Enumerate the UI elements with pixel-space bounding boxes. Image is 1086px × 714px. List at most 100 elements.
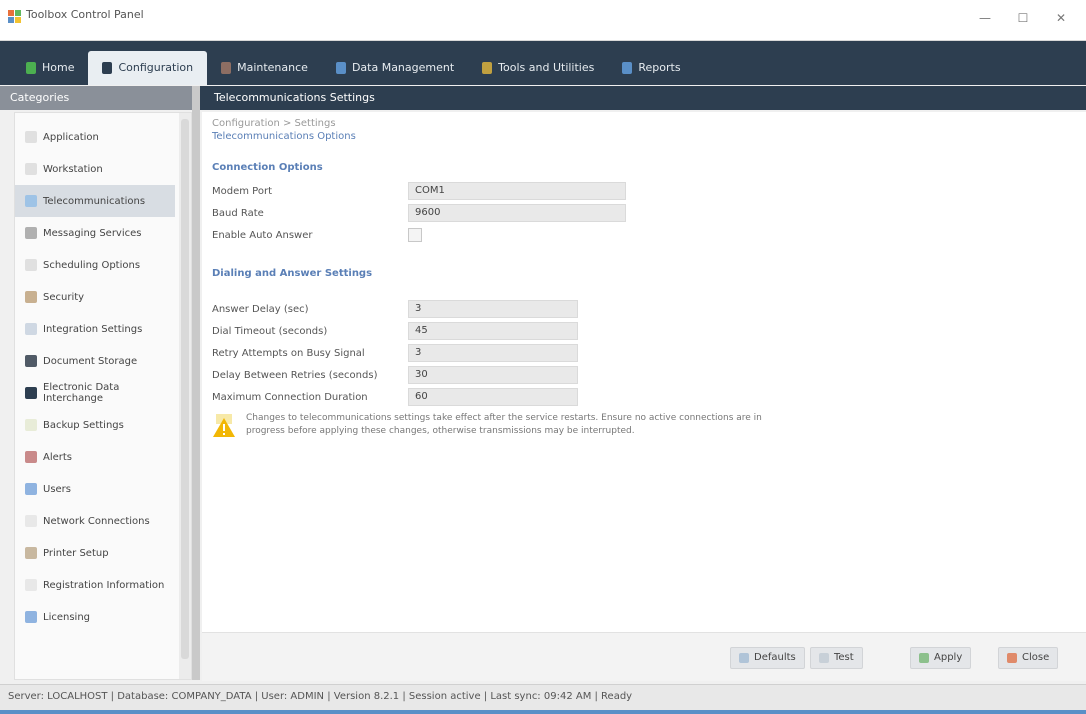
sidebar-item-label: Telecommunications	[43, 195, 146, 207]
answer-delay-input[interactable]: 3	[408, 300, 578, 318]
retry-delay-label: Delay Between Retries (seconds)	[212, 369, 378, 381]
title-bar: Toolbox Control Panel — ☐ ✕	[0, 0, 1086, 41]
apply-icon	[919, 653, 929, 663]
content-header: Telecommunications Settings	[200, 86, 1086, 110]
auto-answer-label: Enable Auto Answer	[212, 229, 313, 241]
test-button-label: Test	[834, 652, 854, 663]
printer-icon	[25, 547, 37, 559]
baud-rate-dropdown[interactable]: 9600	[408, 204, 626, 222]
warning-icon	[212, 412, 236, 438]
sidebar-item-alerts[interactable]: Alerts	[15, 441, 175, 473]
breadcrumb-current: Telecommunications Options	[212, 131, 356, 142]
test-button[interactable]: Test	[810, 647, 863, 669]
answer-delay-label: Answer Delay (sec)	[212, 303, 309, 315]
close-button-label: Close	[1022, 652, 1050, 663]
defaults-icon	[739, 653, 749, 663]
app-logo-icon	[8, 10, 22, 24]
retry-delay-row: Delay Between Retries (seconds) 30	[212, 366, 578, 384]
modem-port-label: Modem Port	[212, 185, 272, 197]
monitor-icon	[25, 163, 37, 175]
warning-text: Changes to telecommunications settings t…	[246, 413, 762, 436]
sidebar-item-application[interactable]: Application	[15, 121, 175, 153]
sidebar-item-security[interactable]: Security	[15, 281, 175, 313]
link-icon	[25, 323, 37, 335]
tab-label: Configuration	[118, 61, 194, 74]
sidebar-item-label: Workstation	[43, 163, 103, 175]
retry-delay-input[interactable]: 30	[408, 366, 578, 384]
breadcrumb-parent[interactable]: Configuration > Settings	[212, 118, 356, 129]
gear-icon	[102, 62, 113, 74]
minimize-button[interactable]: —	[968, 6, 1002, 30]
max-duration-label: Maximum Connection Duration	[212, 391, 368, 403]
baud-rate-label: Baud Rate	[212, 207, 264, 219]
sidebar-item-licensing[interactable]: Licensing	[15, 601, 175, 633]
sidebar-item-label: Licensing	[43, 611, 91, 623]
sidebar-item-messaging-services[interactable]: Messaging Services	[15, 217, 175, 249]
status-bar: Server: LOCALHOST | Database: COMPANY_DA…	[0, 684, 1086, 714]
tab-configuration[interactable]: Configuration	[88, 51, 208, 85]
sidebar-item-label: Security	[43, 291, 85, 303]
tab-label: Data Management	[351, 61, 455, 74]
report-icon	[622, 62, 633, 74]
tab-tools-and-utilities[interactable]: Tools and Utilities	[468, 51, 608, 85]
app-icon	[25, 131, 37, 143]
tab-home[interactable]: Home	[12, 51, 88, 85]
network-icon	[25, 515, 37, 527]
sidebar-scroll-thumb[interactable]	[181, 119, 189, 659]
sidebar-item-telecommunications[interactable]: Telecommunications	[15, 185, 175, 217]
tab-reports[interactable]: Reports	[608, 51, 694, 85]
sidebar-splitter[interactable]	[192, 86, 200, 680]
tab-label: Home	[42, 61, 75, 74]
category-sidebar: Application Workstation Telecommunications…	[14, 112, 192, 680]
category-list: Application Workstation Telecommunications…	[15, 113, 175, 633]
auto-answer-checkbox[interactable]	[408, 228, 422, 242]
sidebar-item-label: Users	[43, 483, 72, 495]
folder-icon	[25, 355, 37, 367]
sidebar-item-users[interactable]: Users	[15, 473, 175, 505]
section-title-dialing: Dialing and Answer Settings	[212, 268, 373, 279]
sidebar-item-network-connections[interactable]: Network Connections	[15, 505, 175, 537]
max-duration-input[interactable]: 60	[408, 388, 578, 406]
window-title: Toolbox Control Panel	[26, 8, 144, 21]
tab-label: Tools and Utilities	[498, 61, 595, 74]
sidebar-item-label: Application	[43, 131, 99, 143]
breadcrumb: Configuration > Settings Telecommunicati…	[212, 118, 356, 142]
wrench-icon	[221, 62, 232, 74]
sidebar-item-backup-settings[interactable]: Backup Settings	[15, 409, 175, 441]
dial-timeout-input[interactable]: 45	[408, 322, 578, 340]
info-icon	[25, 579, 37, 591]
modem-port-dropdown[interactable]: COM1	[408, 182, 626, 200]
sidebar-item-electronic-data-interchange[interactable]: Electronic Data Interchange	[15, 377, 175, 409]
sidebar-item-workstation[interactable]: Workstation	[15, 153, 175, 185]
tab-maintenance[interactable]: Maintenance	[207, 51, 322, 85]
exchange-icon	[25, 387, 37, 399]
sidebar-scrollbar[interactable]	[179, 113, 191, 679]
close-window-button[interactable]: ✕	[1044, 6, 1078, 30]
apply-button-label: Apply	[934, 652, 963, 663]
sidebar-item-integration-settings[interactable]: Integration Settings	[15, 313, 175, 345]
retry-attempts-row: Retry Attempts on Busy Signal 3	[212, 344, 578, 362]
sidebar-item-label: Integration Settings	[43, 323, 143, 335]
sidebar-item-label: Backup Settings	[43, 419, 124, 431]
dial-timeout-label: Dial Timeout (seconds)	[212, 325, 328, 337]
sidebar-item-label: Registration Information	[43, 579, 165, 591]
status-accent-bar	[0, 710, 1086, 714]
settings-panel: Configuration > Settings Telecommunicati…	[202, 112, 1086, 632]
sidebar-item-printer-setup[interactable]: Printer Setup	[15, 537, 175, 569]
sidebar-header: Categories	[0, 86, 194, 110]
sidebar-item-label: Document Storage	[43, 355, 138, 367]
sidebar-item-registration-information[interactable]: Registration Information	[15, 569, 175, 601]
max-duration-row: Maximum Connection Duration 60	[212, 388, 578, 406]
sidebar-item-scheduling-options[interactable]: Scheduling Options	[15, 249, 175, 281]
auto-answer-row: Enable Auto Answer	[212, 228, 422, 242]
maximize-button[interactable]: ☐	[1006, 6, 1040, 30]
sidebar-item-document-storage[interactable]: Document Storage	[15, 345, 175, 377]
retry-attempts-input[interactable]: 3	[408, 344, 578, 362]
sidebar-item-label: Electronic Data Interchange	[43, 382, 120, 404]
answer-delay-row: Answer Delay (sec) 3	[212, 300, 578, 318]
defaults-button[interactable]: Defaults	[730, 647, 805, 669]
tab-data-management[interactable]: Data Management	[322, 51, 468, 85]
apply-button[interactable]: Apply	[910, 647, 972, 669]
sidebar-item-label: Alerts	[43, 451, 73, 463]
close-button[interactable]: Close	[998, 647, 1059, 669]
